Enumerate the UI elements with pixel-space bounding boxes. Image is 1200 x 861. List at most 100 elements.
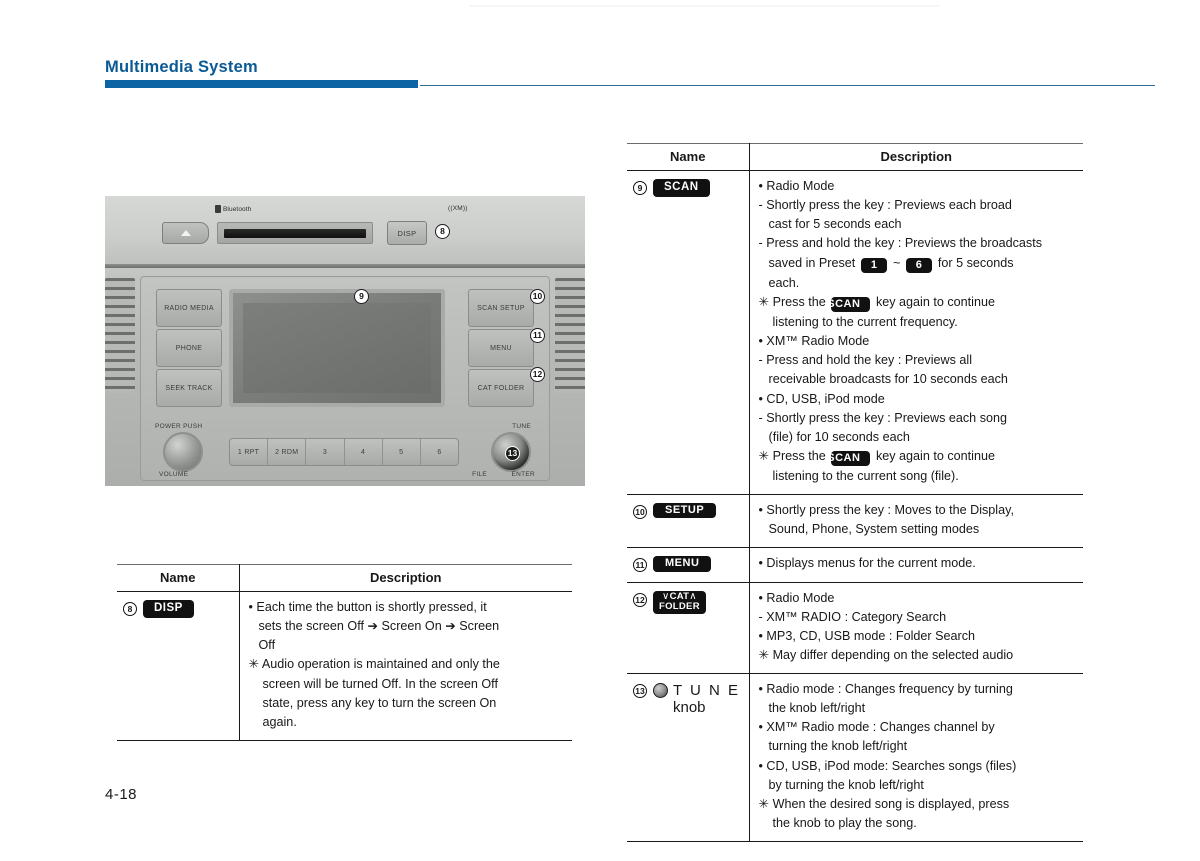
list-item-preset-range: saved in Preset 1 ~ 6 for 5 seconds (759, 254, 1078, 273)
top-trim-line (470, 5, 940, 7)
scan-key-badge: SCAN (653, 179, 710, 197)
preset-key-strip: 1 RPT 2 RDM 3 4 5 6 (229, 438, 459, 466)
list-item: cast for 5 seconds each (768, 217, 902, 232)
name-cell-tune-knob: 13 T U N E knob (627, 673, 750, 843)
col-header-name: Name (627, 143, 750, 171)
volume-power-knob[interactable] (163, 432, 203, 472)
list-item: • XM™ Radio mode : Changes channel by (758, 720, 995, 735)
tune-label: TUNE (512, 423, 531, 430)
list-item: sets the screen Off ➔ Screen On ➔ Screen (258, 619, 500, 634)
xm-antenna-icon: ((XM)) (448, 205, 468, 212)
description-list: • Radio mode : Changes frequency by turn… (759, 680, 1078, 832)
description-cell-tune-knob: • Radio mode : Changes frequency by turn… (749, 673, 1083, 843)
preset-key-3[interactable]: 3 (306, 439, 345, 465)
preset-1-badge: 1 (860, 257, 888, 273)
table-row: 11 MENU • Displays menus for the current… (627, 547, 1083, 583)
description-list: • Each time the button is shortly presse… (249, 598, 567, 731)
preset-key-5[interactable]: 5 (383, 439, 421, 465)
list-item: • XM™ Radio Mode (758, 334, 870, 349)
list-item: each. (768, 275, 800, 290)
callout-11: 11 (530, 328, 545, 343)
col-header-description: Description (239, 564, 572, 592)
table-row: 8 DISP • Each time the button is shortly… (117, 591, 572, 741)
air-vent-right (555, 278, 585, 393)
seek-track-button[interactable]: SEEK TRACK (156, 369, 222, 407)
head-unit-upper-bezel: Bluetooth ((XM)) DISP 8 (105, 196, 585, 268)
cat-label: CAT (669, 590, 690, 602)
item-number-8: 8 (123, 602, 137, 616)
head-unit-lower-bezel: RADIO MEDIA PHONE SEEK TRACK SCAN SETUP … (105, 268, 585, 486)
display-screen-inner (243, 303, 431, 393)
list-item: listening to the current song (file). (772, 469, 959, 484)
eject-button[interactable] (162, 222, 209, 244)
list-item: Sound, Phone, System setting modes (768, 522, 980, 537)
preset-key-6[interactable]: 6 (421, 439, 458, 465)
preset-key-2[interactable]: 2 RDM (268, 439, 307, 465)
description-cell-scan: • Radio Mode - Shortly press the key : P… (749, 170, 1083, 496)
preset-key-1[interactable]: 1 RPT (230, 439, 269, 465)
list-item: - XM™ RADIO : Category Search (758, 609, 947, 624)
table-row: 10 SETUP • Shortly press the key : Moves… (627, 494, 1083, 549)
folder-label: FOLDER (659, 601, 700, 613)
col-header-name: Name (117, 564, 240, 592)
page-title: Multimedia System (105, 58, 258, 76)
cd-slot (217, 222, 373, 244)
list-item: turning the knob left/right (768, 739, 908, 754)
knob-sublabel: knob (673, 699, 706, 717)
tune-enter-knob[interactable]: 13 (491, 432, 531, 472)
list-item: • CD, USB, iPod mode (758, 391, 885, 406)
description-cell-disp: • Each time the button is shortly presse… (239, 591, 572, 741)
note-pre-text: Press the (772, 294, 826, 309)
knob-icon (653, 683, 668, 699)
list-item: the knob to play the song. (772, 815, 917, 830)
manual-page: Multimedia System Bluetooth ((XM)) DISP … (0, 0, 1200, 861)
list-item: • Displays menus for the current mode. (758, 556, 976, 571)
name-cell-scan: 9 SCAN (627, 170, 750, 496)
list-item: ✳ When the desired song is displayed, pr… (758, 796, 1010, 811)
preset-key-4[interactable]: 4 (345, 439, 383, 465)
bluetooth-label: Bluetooth (223, 205, 252, 213)
power-push-label: POWER PUSH (155, 423, 203, 430)
disp-button[interactable]: DISP (387, 221, 427, 245)
name-cell-setup: 10 SETUP (627, 494, 750, 549)
description-list: • Displays menus for the current mode. (759, 554, 1078, 572)
setup-key-badge: SETUP (653, 503, 717, 519)
description-cell-setup: • Shortly press the key : Moves to the D… (749, 494, 1083, 549)
menu-key-badge: MENU (653, 556, 712, 572)
item-number-12: 12 (633, 592, 647, 607)
col-header-description: Description (749, 143, 1083, 171)
note-pre-text: Press the (772, 448, 826, 463)
menu-button[interactable]: MENU (468, 329, 534, 367)
control-panel: RADIO MEDIA PHONE SEEK TRACK SCAN SETUP … (140, 276, 550, 481)
cat-folder-button[interactable]: CAT FOLDER (468, 369, 534, 407)
bluetooth-glyph (215, 205, 221, 213)
phone-button[interactable]: PHONE (156, 329, 222, 367)
tune-label: T U N E (673, 682, 741, 700)
note-post-text: key again to continue (875, 448, 995, 463)
radio-media-button[interactable]: RADIO MEDIA (156, 289, 222, 327)
table-disp: Name Description 8 DISP • Each time the … (117, 564, 572, 741)
list-item: • Radio Mode (758, 590, 835, 605)
name-cell-cat-folder: 12 ∨CAT∧ FOLDER (627, 582, 750, 675)
description-list: • Radio Mode - Shortly press the key : P… (759, 177, 1078, 485)
list-item: state, press any key to turn the screen … (262, 695, 497, 710)
scan-setup-button[interactable]: SCAN SETUP (468, 289, 534, 327)
description-list: • Shortly press the key : Moves to the D… (759, 501, 1078, 538)
cat-folder-key-badge: ∨CAT∧ FOLDER (653, 590, 706, 615)
header-rule (420, 85, 1155, 87)
description-list: • Radio Mode - XM™ RADIO : Category Sear… (759, 589, 1078, 665)
list-item: - Press and hold the key : Previews the … (758, 236, 1043, 251)
list-item: - Press and hold the key : Previews all (758, 353, 973, 368)
list-item-scan-note-2: ✳ Press the SCAN key again to continue (759, 447, 1078, 467)
volume-label: VOLUME (159, 471, 189, 478)
callout-10: 10 (530, 289, 545, 304)
header-accent-bar (105, 80, 418, 88)
callout-8: 8 (435, 224, 450, 239)
item-number-13: 13 (633, 684, 647, 699)
air-vent-left (105, 278, 135, 393)
list-item: • MP3, CD, USB mode : Folder Search (758, 628, 976, 643)
list-item: • Shortly press the key : Moves to the D… (758, 503, 1014, 518)
scan-inline-badge: SCAN (827, 296, 871, 312)
callout-13: 13 (505, 446, 520, 461)
table-controls: Name Description 9 SCAN • Radio Mode - S… (627, 143, 1083, 843)
